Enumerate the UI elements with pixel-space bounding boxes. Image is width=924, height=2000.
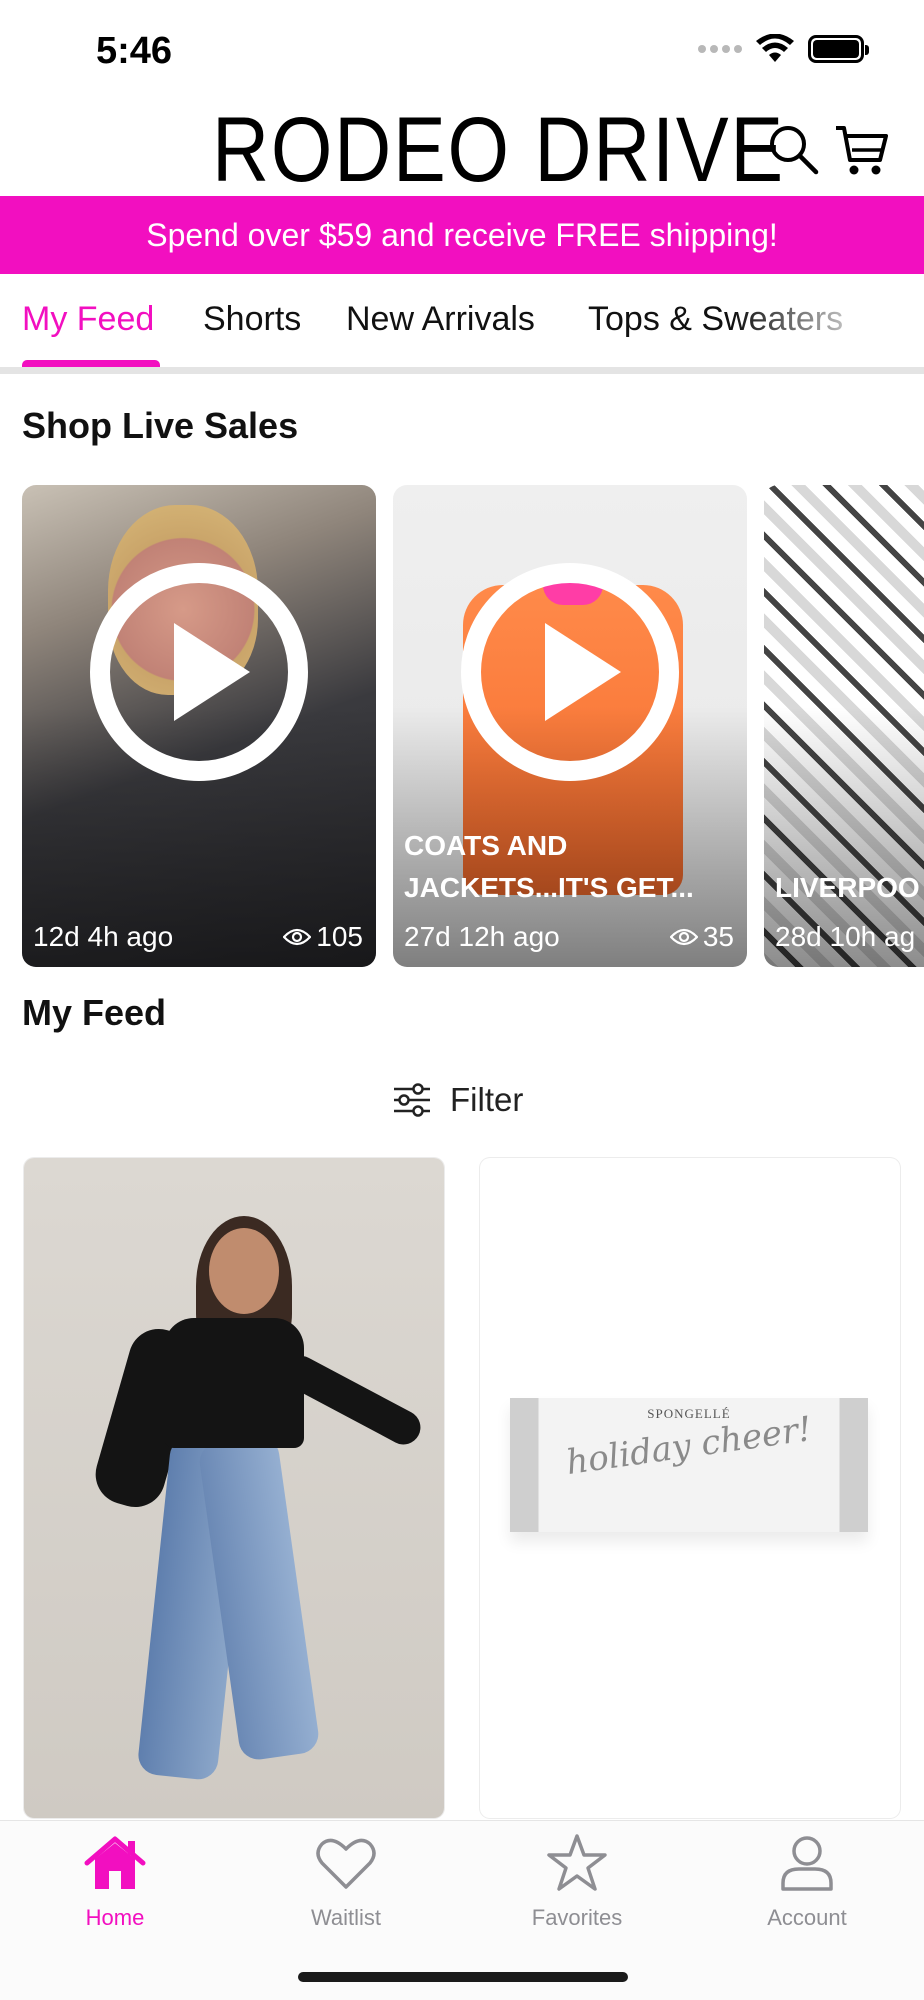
eye-icon bbox=[283, 928, 312, 946]
play-icon bbox=[174, 623, 250, 721]
status-bar: 5:46 bbox=[0, 0, 924, 100]
promo-banner[interactable]: Spend over $59 and receive FREE shipping… bbox=[0, 196, 924, 274]
nav-waitlist-label: Waitlist bbox=[310, 1905, 382, 1930]
nav-waitlist[interactable]: Waitlist bbox=[266, 1833, 426, 1931]
search-button[interactable] bbox=[766, 122, 820, 176]
filter-label: Filter bbox=[450, 1081, 524, 1118]
home-indicator[interactable] bbox=[298, 1972, 628, 1982]
heart-icon bbox=[316, 1838, 376, 1889]
active-tab-indicator bbox=[22, 360, 160, 367]
live-sale-title: COATS AND JACKETS...IT'S GET... bbox=[404, 830, 694, 903]
live-sale-title: LIVERPOO bbox=[775, 872, 920, 903]
status-time: 5:46 bbox=[96, 30, 173, 72]
cart-icon bbox=[836, 126, 888, 175]
play-button[interactable] bbox=[90, 563, 308, 781]
feed-product-card[interactable] bbox=[24, 1158, 444, 1818]
live-view-count: 105 bbox=[283, 921, 363, 953]
search-icon bbox=[770, 126, 819, 175]
signal-icon bbox=[698, 45, 742, 53]
live-time-ago: 27d 12h ago bbox=[404, 921, 560, 952]
category-tabs: My Feed Shorts New Arrivals Tops & Sweat… bbox=[0, 274, 924, 374]
filter-icon bbox=[394, 1083, 430, 1117]
eye-icon bbox=[669, 928, 698, 946]
filter-button[interactable]: Filter bbox=[392, 1078, 523, 1122]
tab-my-feed[interactable]: My Feed bbox=[22, 300, 154, 339]
play-button[interactable] bbox=[461, 563, 679, 781]
nav-home-label: Home bbox=[85, 1905, 145, 1930]
status-icons bbox=[698, 34, 869, 64]
cart-button[interactable] bbox=[834, 122, 888, 176]
wifi-icon bbox=[756, 34, 794, 62]
brand-logo[interactable]: RODEO DRIVE bbox=[212, 102, 785, 198]
live-time-ago: 12d 4h ago bbox=[33, 921, 174, 952]
app-header: RODEO DRIVE bbox=[0, 100, 924, 198]
battery-icon bbox=[808, 35, 869, 63]
star-icon bbox=[547, 1834, 607, 1891]
play-icon bbox=[545, 623, 621, 721]
live-view-count: 35 bbox=[669, 921, 734, 953]
nav-favorites-label: Favorites bbox=[531, 1905, 623, 1930]
tab-shorts[interactable]: Shorts bbox=[203, 300, 301, 339]
home-icon bbox=[84, 1836, 146, 1889]
live-sale-card[interactable]: 12d 4h ago 105 bbox=[22, 485, 376, 967]
promo-text: Spend over $59 and receive FREE shipping… bbox=[146, 216, 778, 253]
view-count-text: 105 bbox=[316, 921, 363, 952]
live-time-ago: 28d 10h ag bbox=[775, 921, 916, 952]
person-icon bbox=[781, 1836, 833, 1891]
feed-heading: My Feed bbox=[22, 992, 167, 1033]
live-sale-card[interactable]: LIVERPOO 28d 10h ag bbox=[764, 485, 924, 967]
tabs-fade bbox=[734, 274, 924, 366]
tab-new-arrivals[interactable]: New Arrivals bbox=[346, 300, 535, 339]
nav-home[interactable]: Home bbox=[35, 1833, 195, 1931]
feed-product-card[interactable]: SPONGELLÉ holiday cheer! bbox=[480, 1158, 900, 1818]
live-sales-heading: Shop Live Sales bbox=[22, 405, 299, 446]
view-count-text: 35 bbox=[702, 921, 734, 952]
live-sale-card[interactable]: COATS AND JACKETS...IT'S GET... 27d 12h … bbox=[393, 485, 747, 967]
live-sales-carousel[interactable]: 12d 4h ago 105 COATS AND JACKETS...IT'S … bbox=[0, 485, 924, 967]
nav-account[interactable]: Account bbox=[727, 1833, 887, 1931]
nav-account-label: Account bbox=[767, 1905, 847, 1930]
nav-favorites[interactable]: Favorites bbox=[497, 1833, 657, 1931]
product-image: SPONGELLÉ holiday cheer! bbox=[510, 1398, 868, 1532]
